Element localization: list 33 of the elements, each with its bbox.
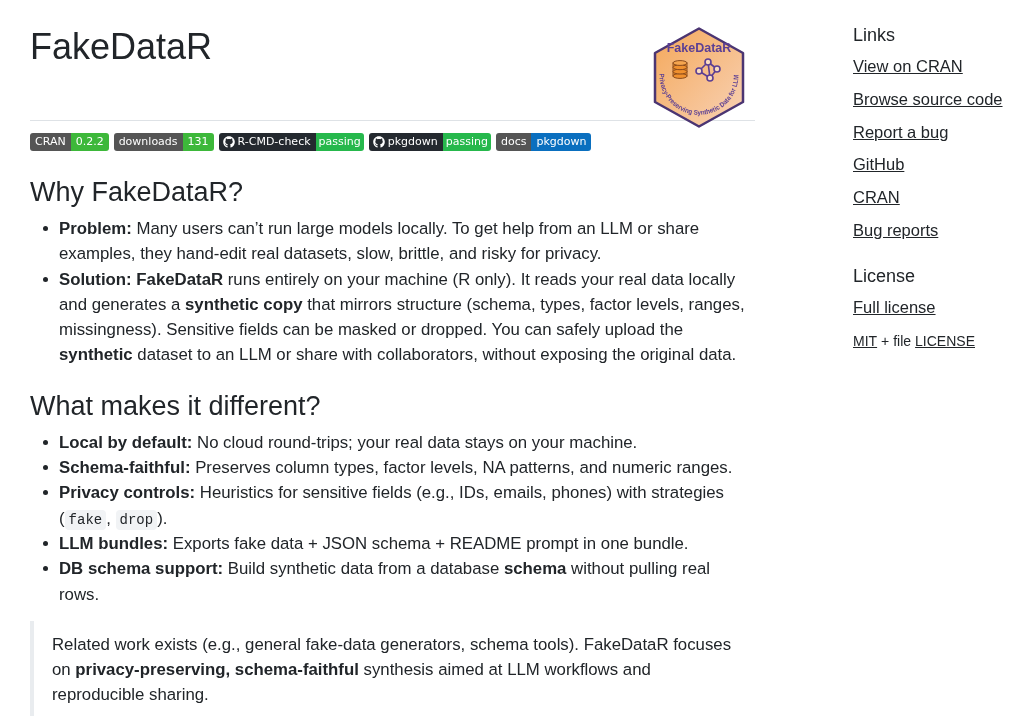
bullet-icon	[43, 540, 48, 546]
bullet-icon	[43, 276, 48, 282]
section-heading: What makes it different?	[30, 389, 321, 422]
license-link[interactable]: LICENSE	[915, 331, 975, 351]
page-title: FakeDataR	[30, 25, 213, 69]
list-item-text: Schema-faithful: Preserves column types, factor levels, NA patterns, and numeric ranges.	[59, 457, 734, 480]
bullet-icon	[43, 490, 48, 496]
sidebar-link[interactable]: Full license	[853, 295, 936, 319]
bullet-icon	[43, 566, 48, 572]
bullet-icon	[43, 226, 48, 231]
sidebar-heading: License	[853, 265, 916, 287]
list-item-text: Problem: Many users can’t run large models locally. To get help from an LLM or share examples, they hand-edit real datasets, slow, brittle, and risky for privacy.	[59, 218, 701, 266]
section-heading: Why FakeDataR?	[30, 176, 244, 208]
sidebar-link[interactable]: CRAN	[853, 185, 900, 210]
sidebar-link[interactable]: Report a bug	[853, 119, 949, 144]
sidebar-link[interactable]: GitHub	[853, 152, 905, 177]
github-icon	[222, 136, 235, 148]
list-item-text: DB schema support: Build synthetic data from a database schema without pulling real rows.	[59, 558, 712, 606]
bullet-icon	[43, 465, 48, 471]
license-link[interactable]: MIT	[853, 331, 878, 351]
list-item-text: Privacy controls: Heuristics for sensitive fields (e.g., IDs, emails, phones) with strategies ( fake , drop ).	[59, 482, 725, 531]
sidebar-link[interactable]: Bug reports	[853, 218, 939, 242]
github-icon	[372, 136, 385, 148]
list-item-text: LLM bundles: Exports fake data + JSON schema + README prompt in one bundle.	[59, 532, 690, 555]
bullet-icon	[43, 439, 48, 445]
list-item-text: Local by default: No cloud round-trips; your real data stays on your machine.	[59, 431, 639, 454]
sidebar-heading: Links	[853, 24, 896, 46]
quote-text: Related work exists (e.g., general fake-data generators, schema tools). FakeDataR focuses on privacy-preserving, schema-faithful synthesis aimed at LLM workflows and reproducible sharing.	[52, 633, 733, 706]
license-text: + file	[881, 332, 912, 351]
logo-title: FakeDataR	[666, 41, 732, 55]
list-item-text: Solution: FakeDataR runs entirely on your machine (R only). It reads your real data locally and generates a synthetic copy that mirrors structure (schema, types, factor levels, ranges, missingness). Sensitive fields can be masked or dropped. You can safely upload the synthetic dataset to an LLM or share with collaborators, without exposing the original data.	[59, 268, 746, 367]
sidebar-link[interactable]: Browse source code	[853, 86, 1003, 111]
sidebar-link[interactable]: View on CRAN	[853, 54, 963, 78]
